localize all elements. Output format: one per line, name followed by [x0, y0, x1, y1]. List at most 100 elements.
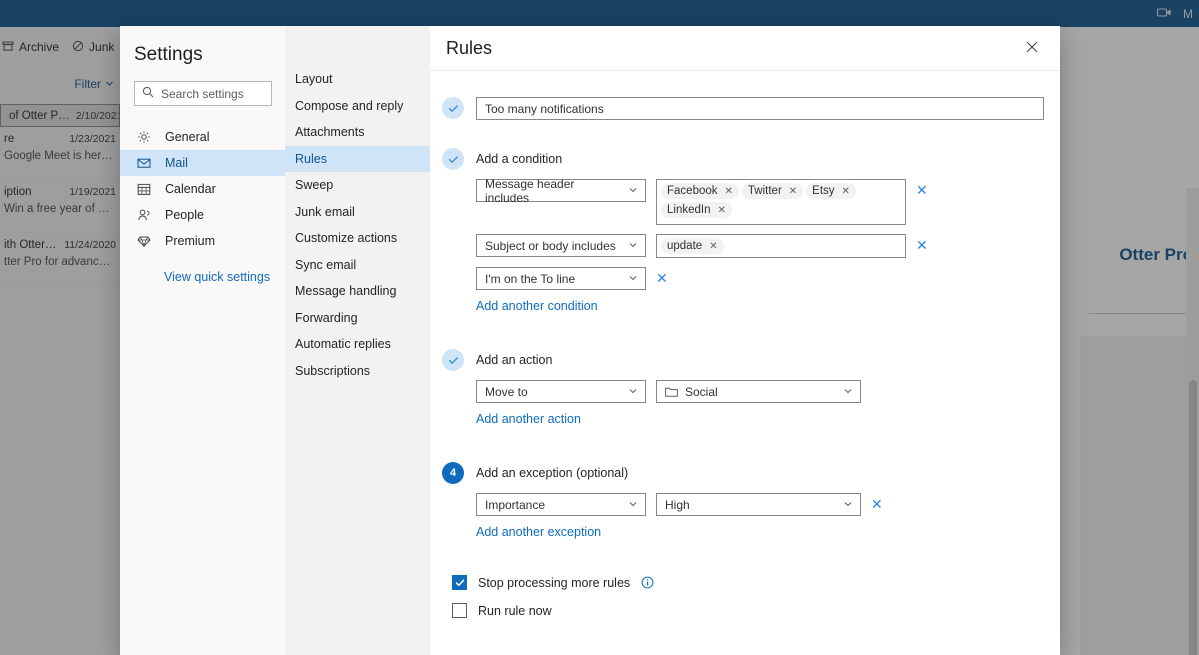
stop-processing-checkbox[interactable]: [452, 575, 467, 590]
search-input[interactable]: [161, 86, 264, 101]
condition-row: Subject or body includes update ✕ ✕: [476, 234, 1044, 258]
search-settings-box[interactable]: [134, 81, 272, 106]
chip-label: Twitter: [747, 185, 782, 197]
rules-pane-header: Rules: [430, 26, 1060, 71]
chevron-down-icon: [628, 184, 638, 198]
exception-type-value: Importance: [485, 497, 546, 512]
stop-processing-label: Stop processing more rules: [478, 575, 631, 590]
chip[interactable]: update ✕: [661, 238, 724, 254]
screen: Otter Pro Archive Junk Filter of Otter P…: [0, 0, 1199, 655]
exception-row: Importance High ✕: [476, 493, 1044, 516]
settings-sidebar: Settings General: [120, 26, 285, 655]
subnav-item-message-handling[interactable]: Message handling: [285, 278, 430, 305]
run-rule-now-checkbox[interactable]: [452, 603, 467, 618]
remove-condition-button[interactable]: ✕: [656, 271, 668, 285]
close-button[interactable]: [1018, 34, 1046, 62]
action-row: Move to Social: [476, 380, 1044, 403]
action-type-select[interactable]: Move to: [476, 380, 646, 403]
condition-type-select[interactable]: Message header includes: [476, 176, 646, 205]
subnav-item-automatic-replies[interactable]: Automatic replies: [285, 331, 430, 358]
chevron-down-icon: [628, 498, 638, 512]
sidebar-item-calendar[interactable]: Calendar: [120, 176, 285, 202]
condition-type-value: Message header includes: [485, 176, 575, 205]
sidebar-item-label: General: [165, 130, 210, 144]
remove-condition-button[interactable]: ✕: [916, 238, 928, 252]
subnav-item-layout[interactable]: Layout: [285, 66, 430, 93]
step-complete-icon: [442, 97, 464, 119]
subnav-item-rules[interactable]: Rules: [285, 145, 430, 172]
condition-row: I'm on the To line ✕: [476, 267, 1044, 290]
remove-condition-button[interactable]: ✕: [916, 183, 928, 197]
condition-type-select[interactable]: I'm on the To line: [476, 267, 646, 290]
action-type-value: Move to: [485, 384, 528, 399]
subnav-item-compose-and-reply[interactable]: Compose and reply: [285, 93, 430, 120]
subnav-item-attachments[interactable]: Attachments: [285, 119, 430, 146]
chip-label: update: [667, 240, 703, 252]
chip-remove-icon[interactable]: ✕: [725, 186, 733, 197]
exception-value-select[interactable]: High: [656, 493, 861, 516]
action-folder-value: Social: [685, 384, 718, 399]
action-folder-select[interactable]: Social: [656, 380, 861, 403]
subnav-item-junk-email[interactable]: Junk email: [285, 199, 430, 226]
run-rule-now-option: Run rule now: [452, 603, 1044, 618]
envelope-icon: [136, 156, 152, 170]
subnav-item-forwarding[interactable]: Forwarding: [285, 305, 430, 332]
view-quick-settings-link[interactable]: View quick settings: [120, 270, 285, 284]
close-icon: [1026, 41, 1038, 56]
condition-value-chips[interactable]: Facebook ✕ Twitter ✕ Etsy ✕ LinkedIn ✕: [656, 179, 906, 225]
condition-type-select[interactable]: Subject or body includes: [476, 234, 646, 257]
rules-pane: Rules Too many notifications Add a condi…: [430, 26, 1060, 655]
exception-section-label: Add an exception (optional): [476, 466, 629, 480]
sidebar-item-label: Premium: [165, 234, 216, 248]
run-rule-now-label: Run rule now: [478, 603, 552, 618]
condition-value-chips[interactable]: update ✕: [656, 234, 906, 258]
chevron-down-icon: [843, 385, 853, 399]
condition-section-label: Add a condition: [476, 152, 563, 166]
chip-label: Facebook: [667, 185, 718, 197]
sidebar-item-label: People: [165, 208, 204, 222]
remove-exception-button[interactable]: ✕: [871, 497, 883, 511]
sidebar-item-people[interactable]: People: [120, 202, 285, 228]
add-another-exception-link[interactable]: Add another exception: [476, 525, 601, 539]
rules-form: Add a condition Message header includes: [430, 71, 1060, 618]
sidebar-item-label: Mail: [165, 156, 188, 170]
exception-type-select[interactable]: Importance: [476, 493, 646, 516]
action-section-label: Add an action: [476, 353, 553, 367]
settings-subnav: Layout Compose and reply Attachments Rul…: [285, 26, 430, 655]
subnav-item-sync-email[interactable]: Sync email: [285, 252, 430, 279]
chip-remove-icon[interactable]: ✕: [717, 205, 725, 216]
add-another-condition-link[interactable]: Add another condition: [476, 299, 598, 313]
chip[interactable]: Facebook ✕: [661, 183, 739, 199]
rule-name-input[interactable]: [476, 97, 1044, 120]
step-complete-icon: [442, 148, 464, 170]
chip[interactable]: Etsy ✕: [806, 183, 856, 199]
calendar-icon: [136, 182, 152, 196]
person-icon: [136, 208, 152, 222]
step-complete-icon: [442, 349, 464, 371]
chevron-down-icon: [628, 239, 638, 253]
chevron-down-icon: [628, 385, 638, 399]
page-title: Rules: [446, 37, 493, 58]
sidebar-item-mail[interactable]: Mail: [120, 150, 285, 176]
condition-type-value: Subject or body includes: [485, 238, 616, 253]
info-icon[interactable]: [641, 576, 654, 589]
subnav-item-customize-actions[interactable]: Customize actions: [285, 225, 430, 252]
subnav-item-subscriptions[interactable]: Subscriptions: [285, 358, 430, 385]
subnav-item-sweep[interactable]: Sweep: [285, 172, 430, 199]
folder-icon: [665, 386, 678, 397]
diamond-icon: [136, 234, 152, 248]
sidebar-item-general[interactable]: General: [120, 124, 285, 150]
chip[interactable]: LinkedIn ✕: [661, 202, 732, 218]
gear-icon: [136, 130, 152, 144]
step-number-badge: 4: [442, 462, 464, 484]
chip-remove-icon[interactable]: ✕: [709, 241, 717, 252]
chip[interactable]: Twitter ✕: [741, 183, 804, 199]
sidebar-item-premium[interactable]: Premium: [120, 228, 285, 254]
chevron-down-icon: [628, 272, 638, 286]
exception-step: 4 Add an exception (optional) Importance: [442, 462, 1044, 541]
chip-remove-icon[interactable]: ✕: [789, 186, 797, 197]
settings-title: Settings: [134, 44, 203, 65]
chip-remove-icon[interactable]: ✕: [842, 186, 850, 197]
stop-processing-option: Stop processing more rules: [452, 575, 1044, 590]
add-another-action-link[interactable]: Add another action: [476, 412, 581, 426]
